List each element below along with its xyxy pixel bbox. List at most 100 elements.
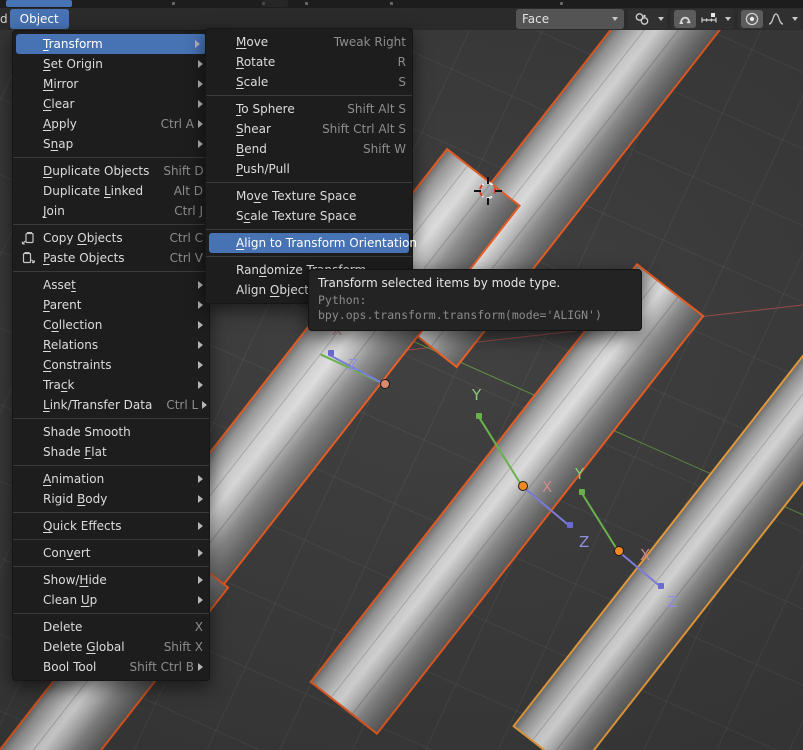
object-menu-item-delete-global[interactable]: Delete Global Shift X — [13, 637, 209, 657]
gizmo-origin-point[interactable] — [380, 379, 390, 389]
chevron-down-icon[interactable] — [658, 17, 664, 21]
pivot-point-icon[interactable] — [631, 10, 653, 28]
menu-item-shortcut: Ctrl J — [174, 204, 203, 218]
topbar-active-tab[interactable] — [6, 0, 72, 7]
object-menu-item-track[interactable]: Track — [13, 375, 209, 395]
transform-orientation-select[interactable]: Face — [516, 9, 624, 29]
object-menu-item-bool-tool[interactable]: Bool Tool Shift Ctrl B — [13, 657, 209, 677]
3d-cursor-tick — [487, 198, 489, 205]
object-menu-item-animation[interactable]: Animation — [13, 469, 209, 489]
proportional-falloff-icon[interactable] — [765, 10, 787, 28]
object-menu-item-shade-smooth[interactable]: Shade Smooth — [13, 422, 209, 442]
gizmo-label-y: Y — [472, 386, 482, 404]
viewport-header[interactable]: d Object Face — [0, 8, 803, 30]
gizmo-origin-point[interactable] — [614, 546, 624, 556]
submenu-arrow-icon — [198, 549, 203, 557]
object-menu[interactable]: Transform Set Origin Mirror Clear Apply Ctrl … — [12, 30, 210, 681]
transform-menu-item-bend[interactable]: Bend Shift W — [206, 139, 412, 159]
transform-menu-item-move[interactable]: Move Tweak Right — [206, 32, 412, 52]
submenu-arrow-icon — [198, 361, 203, 369]
object-menu-item-set-origin[interactable]: Set Origin — [13, 54, 209, 74]
menu-item-label: Align Objects — [236, 283, 316, 297]
menu-item-shortcut: Shift D — [163, 164, 204, 178]
object-menu-item-mirror[interactable]: Mirror — [13, 74, 209, 94]
gizmo-label-z: Z — [667, 593, 678, 611]
object-menu-item-duplicate-objects[interactable]: Duplicate Objects Shift D — [13, 161, 209, 181]
object-menu-item-show-hide[interactable]: Show/Hide — [13, 570, 209, 590]
menu-add-partial[interactable]: d — [0, 8, 10, 30]
object-menu-item-apply[interactable]: Apply Ctrl A — [13, 114, 209, 134]
object-menu-item-link-transfer-data[interactable]: Link/Transfer Data Ctrl L — [13, 395, 209, 415]
object-menu-item-clear[interactable]: Clear — [13, 94, 209, 114]
object-menu-item-relations[interactable]: Relations — [13, 335, 209, 355]
object-menu-item-parent[interactable]: Parent — [13, 295, 209, 315]
menu-item-label: Animation — [43, 472, 105, 486]
menu-item-label: Duplicate Linked — [43, 184, 144, 198]
chevron-down-icon[interactable] — [725, 17, 731, 21]
gizmo-label-y: Y — [575, 465, 585, 483]
transform-menu-item-to-sphere[interactable]: To Sphere Shift Alt S — [206, 99, 412, 119]
object-menu-item-shade-flat[interactable]: Shade Flat — [13, 442, 209, 462]
object-menu-item-clean-up[interactable]: Clean Up — [13, 590, 209, 610]
submenu-arrow-icon — [198, 341, 203, 349]
chevron-down-icon[interactable] — [792, 17, 798, 21]
proportional-editing-toggle[interactable] — [741, 10, 763, 28]
tooltip-description: Transform selected items by mode type. — [318, 276, 561, 290]
snap-magnet-toggle[interactable] — [674, 10, 696, 28]
3d-cursor-tick — [495, 190, 502, 192]
gizmo-origin-point[interactable] — [518, 481, 528, 491]
menu-item-label: Clean Up — [43, 593, 98, 607]
topbar-dot — [390, 2, 393, 5]
transform-menu-item-align-to-transform-orientation[interactable]: Align to Transform Orientation — [209, 233, 417, 253]
transform-submenu[interactable]: Move Tweak Right Rotate R Scale S To Sphere Shi… — [205, 28, 417, 304]
gizmo-handle-z[interactable] — [567, 522, 573, 528]
menu-object[interactable]: Object — [9, 9, 69, 29]
object-menu-item-constraints[interactable]: Constraints — [13, 355, 209, 375]
menu-item-label: Delete — [43, 620, 83, 634]
transform-menu-item-rotate[interactable]: Rotate R — [206, 52, 412, 72]
menu-item-label: Scale — [236, 75, 269, 89]
transform-menu-item-shear[interactable]: Shear Shift Ctrl Alt S — [206, 119, 412, 139]
transform-menu-item-move-texture-space[interactable]: Move Texture Space — [206, 186, 412, 206]
gizmo-label-z: Z — [579, 533, 590, 551]
transform-menu-item-scale-texture-space[interactable]: Scale Texture Space — [206, 206, 412, 226]
snap-target-icon[interactable] — [698, 10, 720, 28]
menu-item-shortcut: Alt D — [173, 184, 203, 198]
chevron-down-icon — [612, 17, 618, 21]
menu-item-shortcut: X — [194, 620, 203, 634]
transform-orientation-value: Face — [522, 12, 550, 26]
gizmo-handle-y[interactable] — [476, 413, 482, 419]
submenu-arrow-icon — [198, 321, 203, 329]
object-menu-item-copy-objects[interactable]: Copy Objects Ctrl C — [13, 228, 209, 248]
gizmo-handle-z[interactable] — [658, 583, 664, 589]
object-menu-item-paste-objects[interactable]: Paste Objects Ctrl V — [13, 248, 209, 268]
3d-cursor[interactable] — [474, 177, 502, 205]
topbar-field[interactable] — [262, 0, 288, 7]
submenu-arrow-icon — [198, 495, 203, 503]
topbar-strip[interactable] — [0, 0, 803, 8]
menu-separator — [206, 95, 412, 96]
submenu-arrow-icon — [198, 80, 203, 88]
object-menu-item-delete[interactable]: Delete X — [13, 617, 209, 637]
tooltip-python: Python: bpy.ops.transform.transform(mode… — [318, 293, 602, 322]
transform-menu-item-scale[interactable]: Scale S — [206, 72, 412, 92]
menu-item-label: Shade Smooth — [43, 425, 131, 439]
object-menu-item-snap[interactable]: Snap — [13, 134, 209, 154]
object-menu-item-rigid-body[interactable]: Rigid Body — [13, 489, 209, 509]
transform-menu-item-push-pull[interactable]: Push/Pull — [206, 159, 412, 179]
object-menu-item-asset[interactable]: Asset — [13, 275, 209, 295]
submenu-arrow-icon — [198, 60, 203, 68]
gizmo-handle-z[interactable] — [328, 350, 334, 356]
header-menu-bar: d Object — [0, 8, 69, 30]
object-menu-item-join[interactable]: Join Ctrl J — [13, 201, 209, 221]
object-menu-item-quick-effects[interactable]: Quick Effects — [13, 516, 209, 536]
object-menu-item-convert[interactable]: Convert — [13, 543, 209, 563]
menu-item-shortcut: Shift W — [363, 142, 406, 156]
menu-separator — [206, 256, 412, 257]
object-menu-item-transform[interactable]: Transform — [16, 34, 206, 54]
object-menu-item-collection[interactable]: Collection — [13, 315, 209, 335]
object-menu-item-duplicate-linked[interactable]: Duplicate Linked Alt D — [13, 181, 209, 201]
menu-separator — [13, 613, 209, 614]
topbar-dot — [560, 2, 563, 5]
gizmo-handle-y[interactable] — [579, 489, 585, 495]
